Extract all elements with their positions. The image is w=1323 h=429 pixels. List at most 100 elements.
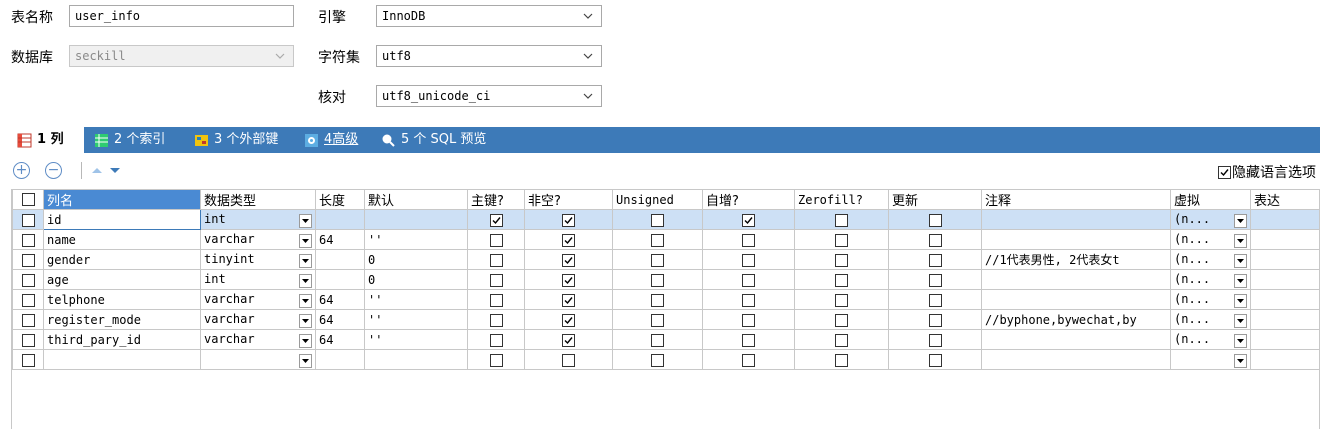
- zerofill-checkbox[interactable]: [835, 333, 848, 347]
- primary-key-cell[interactable]: [467, 329, 525, 350]
- unsigned-cell[interactable]: [612, 349, 703, 370]
- virtual-cell[interactable]: (n...: [1170, 209, 1251, 230]
- auto-increment-checkbox[interactable]: [742, 273, 755, 287]
- primary-key-checkbox[interactable]: [489, 213, 503, 227]
- primary-key-cell[interactable]: [467, 209, 525, 230]
- auto-increment-checkbox[interactable]: [742, 233, 755, 247]
- field-name-cell[interactable]: third_pary_id: [43, 329, 201, 350]
- length-cell[interactable]: 64: [315, 289, 365, 310]
- update-cell[interactable]: [888, 269, 982, 290]
- length-cell[interactable]: 64: [315, 309, 365, 330]
- unsigned-cell[interactable]: [612, 269, 703, 290]
- default-cell[interactable]: [364, 209, 468, 230]
- table-row[interactable]: gender tinyint 0 //1代表男性, 2代表女t (n...: [12, 249, 1320, 270]
- row-select[interactable]: [12, 289, 44, 310]
- select-all-checkbox[interactable]: [21, 193, 35, 206]
- update-cell[interactable]: [888, 249, 982, 270]
- primary-key-cell[interactable]: [467, 269, 525, 290]
- primary-key-checkbox[interactable]: [489, 333, 503, 347]
- dropdown-arrow-icon[interactable]: [299, 273, 312, 288]
- data-type-cell[interactable]: tinyint: [200, 249, 316, 270]
- row-select-checkbox[interactable]: [21, 213, 35, 227]
- unsigned-checkbox[interactable]: [651, 353, 664, 367]
- hide-language-checkbox[interactable]: [1218, 166, 1231, 179]
- unsigned-cell[interactable]: [612, 289, 703, 310]
- unsigned-checkbox[interactable]: [651, 233, 664, 247]
- add-field-button[interactable]: +: [13, 162, 30, 179]
- zerofill-cell[interactable]: [794, 309, 889, 330]
- row-select[interactable]: [12, 309, 44, 330]
- update-checkbox[interactable]: [928, 253, 942, 267]
- primary-key-checkbox[interactable]: [489, 273, 503, 287]
- row-select-checkbox[interactable]: [21, 233, 35, 247]
- default-cell[interactable]: [364, 349, 468, 370]
- auto-increment-cell[interactable]: [702, 229, 795, 250]
- dropdown-arrow-icon[interactable]: [1234, 293, 1247, 308]
- column-header-auto-increment[interactable]: 自增?: [702, 189, 795, 210]
- zerofill-cell[interactable]: [794, 209, 889, 230]
- update-checkbox[interactable]: [928, 233, 942, 247]
- data-type-cell[interactable]: [200, 349, 316, 370]
- tab-indexes[interactable]: 2 个索引: [88, 127, 165, 153]
- expression-cell[interactable]: [1250, 229, 1320, 250]
- unsigned-checkbox[interactable]: [651, 333, 664, 347]
- zerofill-checkbox[interactable]: [835, 293, 848, 307]
- row-select-checkbox[interactable]: [21, 293, 35, 307]
- not-null-cell[interactable]: [524, 229, 613, 250]
- not-null-checkbox[interactable]: [562, 213, 575, 227]
- field-name-cell[interactable]: register_mode: [43, 309, 201, 330]
- not-null-checkbox[interactable]: [562, 253, 575, 267]
- update-cell[interactable]: [888, 289, 982, 310]
- auto-increment-checkbox[interactable]: [742, 253, 755, 267]
- remove-field-button[interactable]: −: [45, 162, 62, 179]
- column-header-name[interactable]: 列名: [43, 189, 201, 210]
- virtual-cell[interactable]: (n...: [1170, 289, 1251, 310]
- auto-increment-cell[interactable]: [702, 269, 795, 290]
- dropdown-arrow-icon[interactable]: [299, 253, 312, 268]
- not-null-cell[interactable]: [524, 269, 613, 290]
- row-select-checkbox[interactable]: [21, 253, 35, 267]
- primary-key-checkbox[interactable]: [489, 233, 503, 247]
- dropdown-arrow-icon[interactable]: [1234, 313, 1247, 328]
- update-cell[interactable]: [888, 349, 982, 370]
- zerofill-cell[interactable]: [794, 269, 889, 290]
- not-null-checkbox[interactable]: [562, 293, 575, 307]
- primary-key-checkbox[interactable]: [489, 293, 503, 307]
- column-header-default[interactable]: 默认: [364, 189, 468, 210]
- charset-select[interactable]: utf8: [376, 45, 602, 67]
- unsigned-checkbox[interactable]: [651, 253, 664, 267]
- expression-cell[interactable]: [1250, 249, 1320, 270]
- hide-language-options[interactable]: 隐藏语言选项: [1218, 162, 1316, 182]
- comment-cell[interactable]: [981, 229, 1171, 250]
- comment-cell[interactable]: [981, 269, 1171, 290]
- table-row[interactable]: register_mode varchar 64 '' //byphone,bywech…: [12, 309, 1320, 330]
- unsigned-cell[interactable]: [612, 309, 703, 330]
- field-name-cell[interactable]: id: [43, 209, 201, 230]
- tab-columns[interactable]: 1 列: [11, 127, 84, 153]
- field-name-cell[interactable]: age: [43, 269, 201, 290]
- data-type-cell[interactable]: varchar: [200, 229, 316, 250]
- unsigned-checkbox[interactable]: [651, 313, 664, 327]
- tab-advanced[interactable]: 4高级: [298, 127, 358, 153]
- dropdown-arrow-icon[interactable]: [1234, 233, 1247, 248]
- zerofill-checkbox[interactable]: [835, 353, 848, 367]
- comment-cell[interactable]: //byphone,bywechat,by: [981, 309, 1171, 330]
- dropdown-arrow-icon[interactable]: [299, 293, 312, 308]
- primary-key-cell[interactable]: [467, 349, 525, 370]
- not-null-checkbox[interactable]: [562, 233, 575, 247]
- zerofill-checkbox[interactable]: [835, 213, 848, 227]
- data-type-cell[interactable]: int: [200, 209, 316, 230]
- expression-cell[interactable]: [1250, 289, 1320, 310]
- primary-key-cell[interactable]: [467, 229, 525, 250]
- length-cell[interactable]: [315, 249, 365, 270]
- update-checkbox[interactable]: [928, 313, 942, 327]
- not-null-cell[interactable]: [524, 249, 613, 270]
- default-cell[interactable]: '': [364, 229, 468, 250]
- collation-select[interactable]: utf8_unicode_ci: [376, 85, 602, 107]
- data-type-cell[interactable]: varchar: [200, 329, 316, 350]
- field-name-cell[interactable]: gender: [43, 249, 201, 270]
- primary-key-cell[interactable]: [467, 289, 525, 310]
- zerofill-cell[interactable]: [794, 329, 889, 350]
- auto-increment-cell[interactable]: [702, 309, 795, 330]
- column-header-not-null[interactable]: 非空?: [524, 189, 613, 210]
